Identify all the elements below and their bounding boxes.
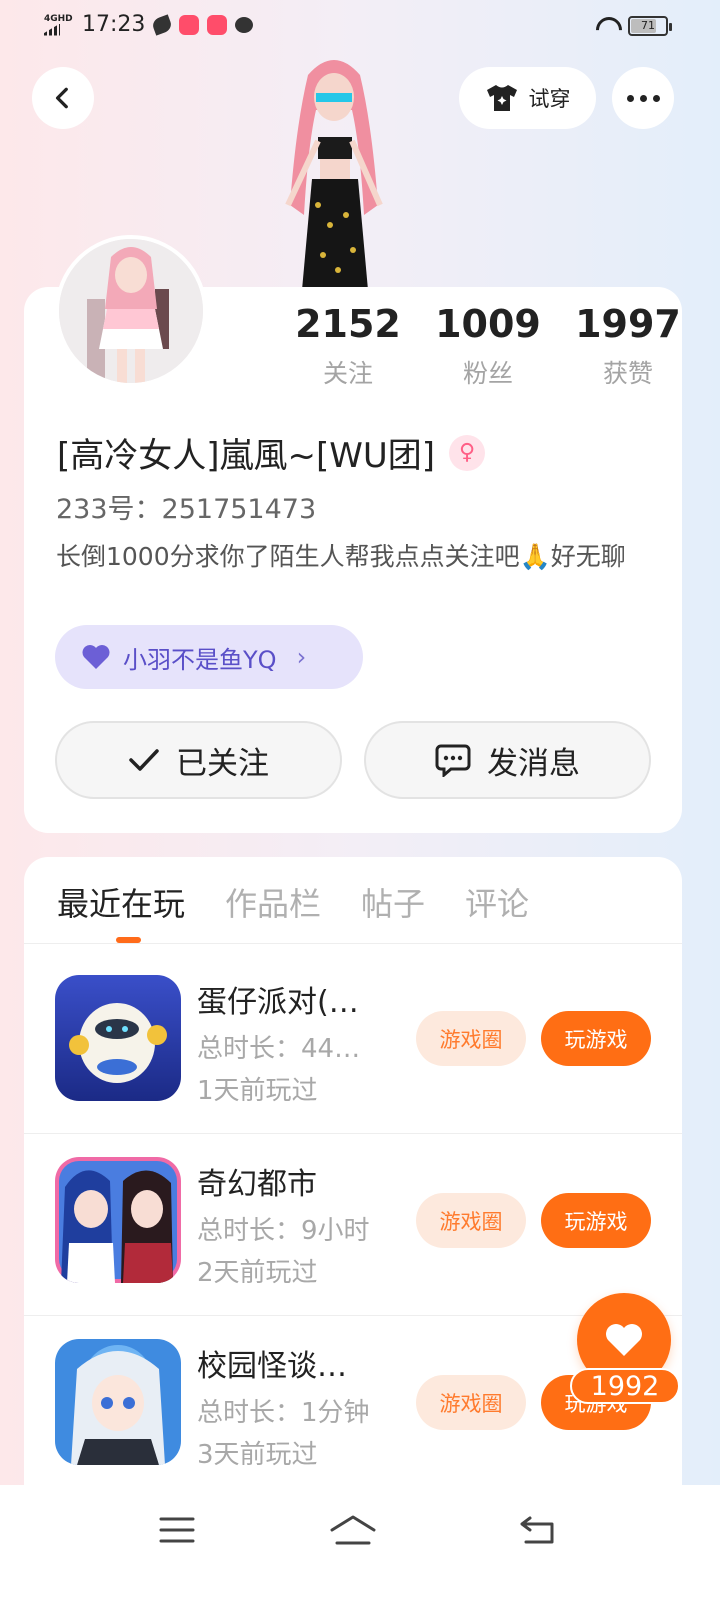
network-type: 4GHD	[44, 13, 73, 24]
avatar[interactable]	[55, 235, 207, 387]
stat-label: 关注	[322, 359, 373, 388]
tab-recent[interactable]: 最近在玩	[57, 879, 185, 925]
stats-row: 2152 关注 1009 粉丝 1997 获赞	[278, 302, 698, 390]
stat-value: 2152	[295, 302, 401, 346]
home-icon	[330, 1515, 376, 1545]
game-title: 校园怪谈…	[197, 1349, 347, 1384]
notification-app-icon	[179, 14, 200, 35]
notification-app-icon-2	[207, 14, 228, 35]
play-game-button[interactable]: 玩游戏	[541, 1011, 651, 1066]
wifi-icon	[594, 17, 618, 35]
message-icon	[435, 744, 471, 777]
stat-label: 获赞	[602, 359, 653, 388]
like-count: 1992	[570, 1368, 680, 1404]
tab-bar: 最近在玩 作品栏 帖子 评论	[57, 879, 529, 925]
menu-icon	[159, 1517, 195, 1543]
follow-label: 已关注	[176, 745, 269, 782]
more-dot-icon	[626, 94, 634, 102]
battery-icon: 71	[628, 16, 672, 36]
back-arrow-icon	[520, 1516, 554, 1544]
network-indicator: 4GHD	[44, 14, 74, 36]
status-left: 4GHD 17:23	[44, 12, 254, 37]
game-playtime: 总时长：1分钟	[197, 1398, 370, 1428]
avatar-3d-figure[interactable]	[268, 55, 400, 290]
status-bar: 4GHD 17:23 71	[0, 0, 720, 58]
game-icon-eggy-party[interactable]	[55, 975, 181, 1101]
system-nav-bar	[0, 1485, 720, 1600]
game-circle-button[interactable]: 游戏圈	[416, 1011, 526, 1066]
game-row[interactable]: 奇幻都市 总时长：9小时 2天前玩过 游戏圈 玩游戏	[24, 1134, 682, 1316]
stat-label: 粉丝	[462, 359, 513, 388]
back-nav-button[interactable]	[508, 1505, 568, 1555]
stat-value: 1997	[575, 302, 681, 346]
game-title: 奇幻都市	[197, 1167, 317, 1202]
stat-following[interactable]: 2152 关注	[278, 302, 418, 390]
game-row[interactable]: 蛋仔派对(… 总时长：44… 1天前玩过 游戏圈 玩游戏	[24, 952, 682, 1134]
game-playtime: 总时长：9小时	[197, 1216, 370, 1246]
female-gender-icon: ♀	[449, 434, 486, 471]
signal-icon	[44, 23, 60, 36]
game-last-played: 1天前玩过	[197, 1076, 318, 1106]
message-button[interactable]: 发消息	[364, 721, 651, 799]
back-button[interactable]	[32, 67, 94, 129]
heart-icon	[606, 1324, 642, 1356]
play-game-button[interactable]: 玩游戏	[541, 1193, 651, 1248]
chevron-right-icon: ›	[296, 643, 307, 671]
game-title: 蛋仔派对(…	[197, 985, 359, 1020]
notification-chat-icon	[235, 16, 254, 33]
check-icon	[129, 749, 159, 771]
user-bio: 长倒1000分求你了陌生人帮我点点关注吧🙏好无聊	[56, 542, 626, 571]
tab-posts[interactable]: 帖子	[361, 879, 425, 925]
game-last-played: 2天前玩过	[197, 1258, 318, 1288]
game-circle-button[interactable]: 游戏圈	[416, 1375, 526, 1430]
stat-likes[interactable]: 1997 获赞	[558, 302, 698, 390]
stat-value: 1009	[435, 302, 541, 346]
more-button[interactable]	[612, 67, 674, 129]
game-icon-fantasy-city[interactable]	[55, 1157, 181, 1283]
game-playtime: 总时长：44…	[197, 1034, 361, 1064]
tab-works[interactable]: 作品栏	[225, 879, 321, 925]
chevron-left-icon	[55, 87, 68, 109]
menu-button[interactable]	[147, 1505, 207, 1555]
clock: 17:23	[82, 12, 146, 37]
notification-leaf-icon	[151, 13, 174, 36]
username: [高冷女人]嵐風~[WU团] ♀	[57, 428, 486, 477]
game-icon-campus-legends[interactable]	[55, 1339, 181, 1465]
try-on-button[interactable]: 试穿	[459, 67, 596, 129]
partner-name: 小羽不是鱼YQ	[123, 645, 277, 674]
tab-comments[interactable]: 评论	[465, 879, 529, 925]
tshirt-icon	[486, 85, 517, 111]
partner-chip[interactable]: 小羽不是鱼YQ ›	[55, 625, 363, 689]
try-on-label: 试穿	[528, 87, 571, 111]
stat-followers[interactable]: 1009 粉丝	[418, 302, 558, 390]
home-button[interactable]	[323, 1505, 383, 1555]
game-last-played: 3天前玩过	[197, 1440, 318, 1470]
follow-button[interactable]: 已关注	[55, 721, 342, 799]
message-label: 发消息	[487, 745, 580, 782]
battery-level: 71	[641, 19, 655, 32]
heart-icon	[82, 645, 110, 669]
status-right: 71	[594, 16, 672, 36]
user-id: 233号：251751473	[56, 494, 317, 525]
divider	[24, 943, 682, 944]
username-text: [高冷女人]嵐風~[WU团]	[57, 436, 436, 476]
game-circle-button[interactable]: 游戏圈	[416, 1193, 526, 1248]
avatar-image	[59, 239, 203, 383]
